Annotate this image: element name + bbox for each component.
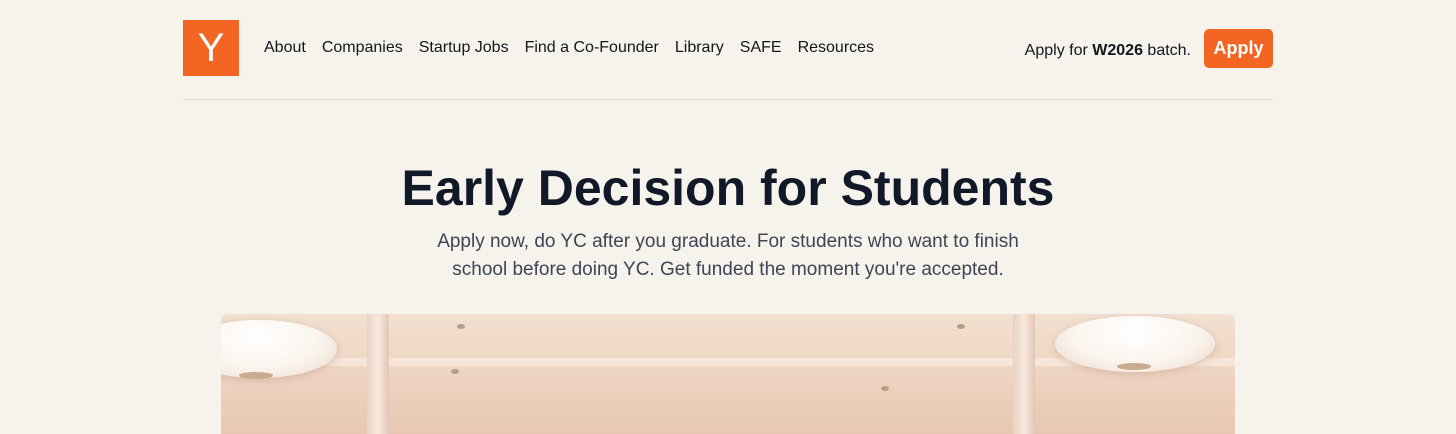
apply-batch-text: Apply for W2026 batch. — [1025, 41, 1191, 61]
logo-letter: Y — [197, 26, 225, 70]
ceiling-pillar-right — [1013, 314, 1035, 434]
batch-name: W2026 — [1092, 42, 1143, 59]
yc-logo-icon[interactable]: Y — [183, 20, 239, 76]
apply-button[interactable]: Apply — [1204, 29, 1273, 68]
page-subtitle: Apply now, do YC after you graduate. For… — [437, 231, 1019, 280]
apply-prefix: Apply for — [1024, 42, 1093, 59]
nav-link-companies[interactable]: Companies — [322, 38, 403, 58]
nav-link-about[interactable]: About — [264, 38, 306, 58]
ceiling-light-dot — [957, 324, 965, 329]
nav-link-find-a-co-founder[interactable]: Find a Co-Founder — [525, 38, 659, 58]
hero-image — [221, 314, 1235, 434]
ceiling-light-dot — [881, 386, 889, 391]
lamp-base-right — [1117, 363, 1151, 370]
nav-link-resources[interactable]: Resources — [798, 38, 874, 58]
lamp-base-left — [239, 372, 273, 379]
nav-link-startup-jobs[interactable]: Startup Jobs — [419, 38, 509, 58]
ceiling-light-dot — [451, 369, 459, 374]
pendant-lamp-left — [221, 320, 337, 378]
nav-link-library[interactable]: Library — [675, 38, 724, 58]
page-title: Early Decision for Students — [401, 160, 1055, 216]
top-navigation: Y About Companies Startup Jobs Find a Co… — [183, 20, 1273, 76]
ceiling-pillar-left — [367, 314, 389, 434]
nav-link-safe[interactable]: SAFE — [740, 38, 782, 58]
nav-links: About Companies Startup Jobs Find a Co-F… — [264, 38, 874, 58]
ceiling-light-dot — [457, 324, 465, 329]
header-divider — [183, 99, 1273, 100]
apply-suffix: batch. — [1142, 42, 1191, 59]
